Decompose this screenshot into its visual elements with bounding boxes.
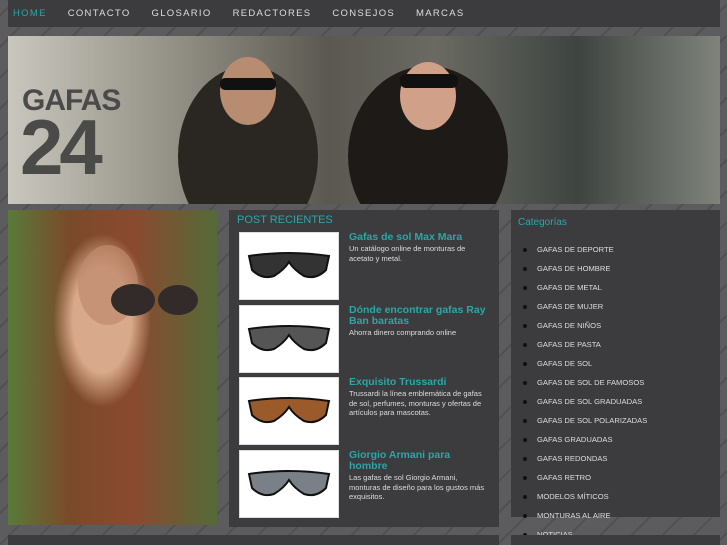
bullet-icon [523,513,527,518]
categories-heading: Categorías [518,217,567,228]
categories-list: GAFAS DE DEPORTE GAFAS DE HOMBRE GAFAS DE … [523,240,647,544]
category-label: GAFAS DE METAL [537,283,602,292]
nav-item-contacto[interactable]: CONTACTO [68,8,131,19]
category-link[interactable]: GAFAS DE SOL [523,354,647,373]
footer-bar-right [511,535,720,545]
category-label: MODELOS MÍTICOS [537,492,609,501]
category-link[interactable]: MODELOS MÍTICOS [523,487,647,506]
bullet-icon [523,342,527,347]
post-title-link[interactable]: Gafas de sol Max Mara [349,232,489,243]
category-label: GAFAS REDONDAS [537,454,608,463]
category-label: GAFAS DE PASTA [537,340,601,349]
category-label: GAFAS DE SOL [537,359,593,368]
category-link[interactable]: GAFAS RETRO [523,468,647,487]
category-label: GAFAS GRADUADAS [537,435,613,444]
bullet-icon [523,380,527,385]
post-thumbnail[interactable] [239,450,339,518]
category-label: GAFAS RETRO [537,473,592,482]
footer-bar-left [8,535,499,545]
post-item: Dónde encontrar gafas Ray Ban baratas Ah… [239,305,494,373]
sunglasses-image [247,325,331,352]
category-label: GAFAS DE MUJER [537,302,604,311]
category-link[interactable]: GAFAS DE SOL GRADUADAS [523,392,647,411]
nav-item-home[interactable]: HOME [13,8,47,19]
bullet-icon [523,418,527,423]
category-link[interactable]: GAFAS DE NIÑOS [523,316,647,335]
category-label: GAFAS DE SOL POLARIZADAS [537,416,648,425]
bullet-icon [523,475,527,480]
bullet-icon [523,399,527,404]
post-item: Giorgio Armani para hombre Las gafas de … [239,450,494,518]
sunglasses-image [247,252,331,279]
post-item: Exquisito Trussardi Trussardi la línea e… [239,377,494,445]
bullet-icon [523,456,527,461]
bullet-icon [523,247,527,252]
category-link[interactable]: GAFAS DE HOMBRE [523,259,647,278]
sunglasses-image [247,397,331,424]
category-label: MONTURAS AL AIRE [537,511,611,520]
nav-item-redactores[interactable]: REDACTORES [233,8,312,19]
post-excerpt: Ahorra dinero comprando online [349,328,457,337]
category-link[interactable]: GAFAS DE MUJER [523,297,647,316]
category-link[interactable]: GAFAS DE SOL DE FAMOSOS [523,373,647,392]
post-thumbnail[interactable] [239,377,339,445]
category-label: GAFAS DE SOL GRADUADAS [537,397,643,406]
featured-model-photo [8,210,217,525]
nav-item-consejos[interactable]: CONSEJOS [332,8,395,19]
post-excerpt: Trussardi la línea emblemática de gafas … [349,389,482,417]
nav-item-marcas[interactable]: MARCAS [416,8,464,19]
bullet-icon [523,304,527,309]
recent-posts-panel: POST RECIENTES Gafas de sol Max Mara Un … [229,210,499,527]
post-title-link[interactable]: Dónde encontrar gafas Ray Ban baratas [349,305,489,327]
post-item: Gafas de sol Max Mara Un catálogo online… [239,232,494,300]
category-label: GAFAS DE NIÑOS [537,321,602,330]
bullet-icon [523,361,527,366]
bullet-icon [523,285,527,290]
category-link[interactable]: GAFAS REDONDAS [523,449,647,468]
category-label: GAFAS DE HOMBRE [537,264,611,273]
bullet-icon [523,437,527,442]
post-title-link[interactable]: Giorgio Armani para hombre [349,450,489,472]
sunglasses-image [247,470,331,497]
category-link[interactable]: GAFAS DE PASTA [523,335,647,354]
banner-models-image [178,57,508,204]
header-banner: GAFAS 24 [8,36,720,204]
bullet-icon [523,494,527,499]
category-label: GAFAS DE DEPORTE [537,245,614,254]
category-link[interactable]: GAFAS GRADUADAS [523,430,647,449]
logo-number: 24 [20,103,103,191]
main-nav: HOME CONTACTO GLOSARIO REDACTORES CONSEJOS MA… [8,0,720,27]
category-label: GAFAS DE SOL DE FAMOSOS [537,378,645,387]
category-link[interactable]: GAFAS DE METAL [523,278,647,297]
bullet-icon [523,323,527,328]
category-link[interactable]: GAFAS DE DEPORTE [523,240,647,259]
category-link[interactable]: MONTURAS AL AIRE [523,506,647,525]
nav-item-glosario[interactable]: GLOSARIO [152,8,212,19]
categories-panel: Categorías GAFAS DE DEPORTE GAFAS DE HOMB… [511,210,720,539]
bullet-icon [523,266,527,271]
post-excerpt: Un catálogo online de monturas de acetat… [349,244,466,263]
recent-posts-heading: POST RECIENTES [237,214,333,226]
category-link[interactable]: GAFAS DE SOL POLARIZADAS [523,411,647,430]
post-thumbnail[interactable] [239,232,339,300]
post-title-link[interactable]: Exquisito Trussardi [349,377,489,388]
post-thumbnail[interactable] [239,305,339,373]
post-excerpt: Las gafas de sol Giorgio Armani, montura… [349,473,485,501]
